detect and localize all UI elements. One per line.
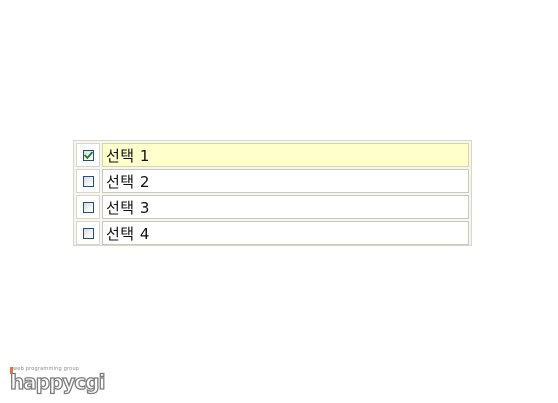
checkbox-cell[interactable] bbox=[76, 195, 100, 219]
list-item-label[interactable]: 선택 3 bbox=[102, 195, 469, 219]
list-item-label[interactable]: 선택 2 bbox=[102, 169, 469, 193]
page: 선택 1 선택 2 선택 3 선택 4 web programming grou… bbox=[0, 0, 558, 403]
checkbox-cell[interactable] bbox=[76, 221, 100, 245]
checkbox-checked-icon[interactable] bbox=[82, 149, 94, 161]
list-item-label[interactable]: 선택 4 bbox=[102, 221, 469, 245]
checkbox-cell[interactable] bbox=[76, 143, 100, 167]
logo-wordmark: happycgi bbox=[9, 370, 106, 394]
list-item[interactable]: 선택 2 bbox=[76, 169, 469, 193]
list-item-label[interactable]: 선택 1 bbox=[102, 143, 469, 167]
checkbox-unchecked-icon[interactable] bbox=[82, 175, 94, 187]
checkbox-list: 선택 1 선택 2 선택 3 선택 4 bbox=[73, 140, 472, 246]
checkbox-unchecked-icon[interactable] bbox=[82, 227, 94, 239]
checkbox-unchecked-icon[interactable] bbox=[82, 201, 94, 213]
list-item[interactable]: 선택 3 bbox=[76, 195, 469, 219]
checkbox-cell[interactable] bbox=[76, 169, 100, 193]
happycgi-logo: web programming group happycgi bbox=[9, 366, 110, 396]
list-item[interactable]: 선택 4 bbox=[76, 221, 469, 245]
list-item[interactable]: 선택 1 bbox=[76, 143, 469, 167]
